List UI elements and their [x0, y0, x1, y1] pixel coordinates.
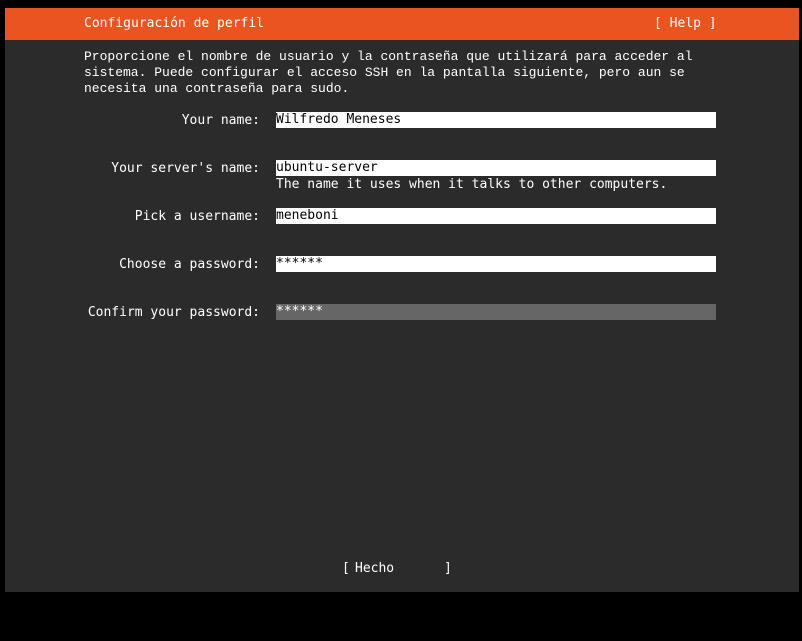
done-button-left-bracket: [ — [342, 561, 350, 576]
password-input[interactable]: ****** — [276, 256, 716, 272]
header-bar: Configuración de perfil [ Help ] — [5, 8, 799, 40]
server-name-input[interactable]: ubuntu-server — [276, 160, 716, 176]
help-button[interactable]: [ Help ] — [654, 16, 717, 32]
done-button[interactable]: [ Hecho ] — [342, 561, 452, 641]
installer-screen: Configuración de perfil [ Help ] Proporc… — [5, 8, 799, 592]
your-name-input[interactable]: Wilfredo Meneses — [276, 112, 716, 128]
done-button-right-bracket: ] — [444, 561, 452, 576]
username-input[interactable]: meneboni — [276, 208, 716, 224]
username-label: Pick a username: — [134, 209, 260, 224]
intro-text: Proporcione el nombre de usuario y la co… — [84, 49, 693, 96]
your-name-label: Your name: — [181, 113, 260, 128]
done-button-label: Hecho — [355, 561, 395, 576]
password-label: Choose a password: — [119, 257, 260, 272]
server-name-label: Your server's name: — [111, 161, 260, 176]
confirm-password-label: Confirm your password: — [87, 305, 260, 320]
server-name-hint: The name it uses when it talks to other … — [276, 177, 668, 192]
page-title: Configuración de perfil — [84, 16, 265, 31]
confirm-password-input[interactable]: ****** — [276, 304, 716, 320]
